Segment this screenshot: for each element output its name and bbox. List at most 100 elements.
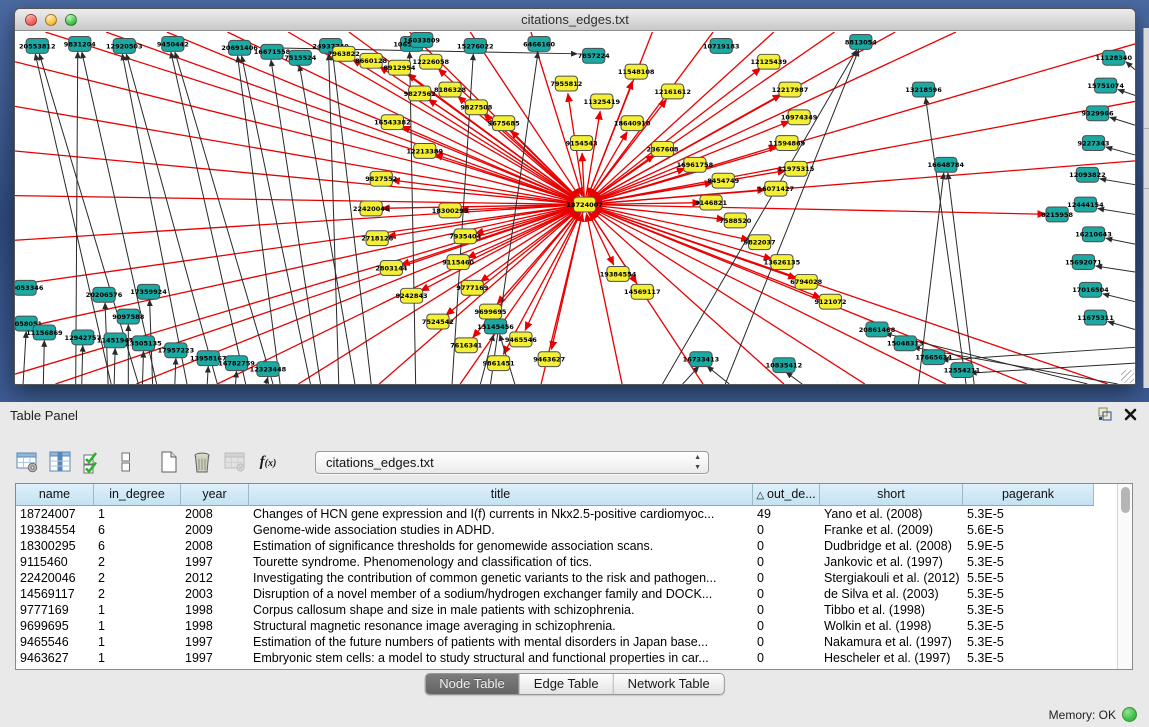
graph-node[interactable]: 9121072 bbox=[814, 294, 846, 309]
table-row[interactable]: 946554611997Estimation of the future num… bbox=[16, 634, 1117, 650]
cell-pagerank[interactable]: 5.5E-5 bbox=[963, 570, 1094, 586]
cell-out_de[interactable]: 0 bbox=[753, 538, 820, 554]
table-selector-dropdown[interactable]: citations_edges.txt▲▼ bbox=[315, 451, 709, 474]
graph-node[interactable]: 12125439 bbox=[750, 54, 787, 69]
cell-name[interactable]: 9777169 bbox=[16, 602, 94, 618]
graph-node[interactable]: 7515524 bbox=[284, 50, 316, 65]
cell-in_degree[interactable]: 6 bbox=[94, 522, 181, 538]
graph-node[interactable]: 12161612 bbox=[654, 84, 691, 99]
graph-node[interactable]: 8215958 bbox=[1041, 207, 1073, 222]
graph-node[interactable]: 2718126 bbox=[361, 231, 393, 246]
cell-year[interactable]: 2003 bbox=[181, 586, 249, 602]
graph-node[interactable]: 16733413 bbox=[683, 352, 720, 367]
cell-pagerank[interactable]: 5.3E-5 bbox=[963, 554, 1094, 570]
cell-short[interactable]: Yano et al. (2008) bbox=[820, 506, 963, 522]
cell-in_degree[interactable]: 1 bbox=[94, 506, 181, 522]
graph-node[interactable]: 8454749 bbox=[707, 173, 739, 188]
new-table-icon[interactable] bbox=[155, 448, 183, 476]
cell-in_degree[interactable]: 1 bbox=[94, 618, 181, 634]
cell-name[interactable]: 9699695 bbox=[16, 618, 94, 634]
cell-title[interactable]: Corpus callosum shape and size in male p… bbox=[249, 602, 753, 618]
cell-title[interactable]: Genome-wide association studies in ADHD. bbox=[249, 522, 753, 538]
cell-pagerank[interactable]: 5.3E-5 bbox=[963, 586, 1094, 602]
cell-out_de[interactable]: 0 bbox=[753, 634, 820, 650]
cell-title[interactable]: Structural magnetic resonance image aver… bbox=[249, 618, 753, 634]
graph-node[interactable]: 12444154 bbox=[1067, 197, 1104, 212]
graph-node[interactable]: 20053346 bbox=[15, 280, 44, 295]
cell-short[interactable]: Dudbridge et al. (2008) bbox=[820, 538, 963, 554]
graph-node[interactable]: 7616341 bbox=[450, 338, 482, 353]
network-window-titlebar[interactable]: citations_edges.txt bbox=[15, 9, 1135, 31]
cell-year[interactable]: 1998 bbox=[181, 618, 249, 634]
graph-node[interactable]: 7857224 bbox=[578, 48, 610, 63]
cell-out_de[interactable]: 0 bbox=[753, 650, 820, 666]
select-mode-icon[interactable] bbox=[79, 448, 107, 476]
cell-in_degree[interactable]: 1 bbox=[94, 602, 181, 618]
graph-node[interactable]: 12226058 bbox=[413, 54, 450, 69]
graph-node[interactable]: 15751074 bbox=[1087, 78, 1124, 93]
table-row[interactable]: 911546021997Tourette syndrome. Phenomeno… bbox=[16, 554, 1117, 570]
cell-title[interactable]: Disruption of a novel member of a sodium… bbox=[249, 586, 753, 602]
graph-node[interactable]: 9827508 bbox=[460, 100, 492, 115]
tab-node-table[interactable]: Node Table bbox=[425, 674, 520, 694]
cell-pagerank[interactable]: 5.3E-5 bbox=[963, 618, 1094, 634]
cell-name[interactable]: 9115460 bbox=[16, 554, 94, 570]
graph-node[interactable]: 12920503 bbox=[106, 38, 143, 53]
graph-node[interactable]: 7588520 bbox=[719, 213, 751, 228]
graph-node[interactable]: 11325419 bbox=[584, 94, 621, 109]
table-row[interactable]: 969969511998Structural magnetic resonanc… bbox=[16, 618, 1117, 634]
table-row[interactable]: 1456911722003Disruption of a novel membe… bbox=[16, 586, 1117, 602]
cell-short[interactable]: Franke et al. (2009) bbox=[820, 522, 963, 538]
resize-grip[interactable] bbox=[1121, 370, 1134, 383]
graph-node[interactable]: 9463627 bbox=[533, 352, 565, 367]
graph-node[interactable]: 6466160 bbox=[523, 36, 555, 51]
cell-short[interactable]: Wolkin et al. (1998) bbox=[820, 618, 963, 634]
graph-node[interactable]: 12093822 bbox=[1069, 167, 1106, 182]
graph-node[interactable]: 19384554 bbox=[600, 267, 637, 282]
graph-node[interactable]: 16210643 bbox=[1075, 227, 1112, 242]
graph-node[interactable]: 14569117 bbox=[624, 284, 661, 299]
graph-node[interactable]: 18640910 bbox=[614, 116, 651, 131]
table-row[interactable]: 2242004622012Investigating the contribut… bbox=[16, 570, 1117, 586]
float-window-icon[interactable] bbox=[1098, 407, 1112, 421]
memory-status-indicator[interactable] bbox=[1122, 707, 1137, 722]
cell-name[interactable]: 19384554 bbox=[16, 522, 94, 538]
graph-node[interactable]: 11594869 bbox=[769, 136, 806, 151]
close-traffic-light-icon[interactable] bbox=[25, 14, 37, 26]
close-icon[interactable] bbox=[1124, 408, 1137, 421]
graph-node[interactable]: 17016504 bbox=[1072, 282, 1109, 297]
column-header-title[interactable]: title bbox=[249, 484, 753, 506]
graph-node[interactable]: 9154543 bbox=[566, 136, 598, 151]
row-height-icon[interactable] bbox=[112, 448, 140, 476]
column-header-name[interactable]: name bbox=[16, 484, 94, 506]
graph-node[interactable]: 9465546 bbox=[505, 332, 537, 347]
cell-in_degree[interactable]: 1 bbox=[94, 650, 181, 666]
cell-pagerank[interactable]: 5.3E-5 bbox=[963, 650, 1094, 666]
column-header-year[interactable]: year bbox=[181, 484, 249, 506]
graph-node[interactable]: 7955812 bbox=[550, 76, 582, 91]
table-row[interactable]: 1872400712008Changes of HCN gene express… bbox=[16, 506, 1117, 522]
graph-node[interactable]: 9227343 bbox=[1078, 136, 1110, 151]
cell-name[interactable]: 9465546 bbox=[16, 634, 94, 650]
graph-node[interactable]: 9831204 bbox=[64, 36, 96, 51]
graph-node[interactable]: 12217987 bbox=[772, 82, 809, 97]
cell-title[interactable]: Investigating the contribution of common… bbox=[249, 570, 753, 586]
cell-title[interactable]: Estimation of significance thresholds fo… bbox=[249, 538, 753, 554]
graph-node[interactable]: 10719183 bbox=[703, 38, 740, 53]
column-header-short[interactable]: short bbox=[820, 484, 963, 506]
minimize-traffic-light-icon[interactable] bbox=[45, 14, 57, 26]
graph-node[interactable]: 9827562 bbox=[404, 86, 436, 101]
cell-out_de[interactable]: 0 bbox=[753, 602, 820, 618]
table-row[interactable]: 1938455462009Genome-wide association stu… bbox=[16, 522, 1117, 538]
cell-out_de[interactable]: 0 bbox=[753, 570, 820, 586]
cell-year[interactable]: 2009 bbox=[181, 522, 249, 538]
cell-in_degree[interactable]: 2 bbox=[94, 586, 181, 602]
graph-node[interactable]: 8912954 bbox=[383, 60, 415, 75]
graph-node[interactable]: 9822037 bbox=[744, 235, 776, 250]
column-header-in_degree[interactable]: in_degree bbox=[94, 484, 181, 506]
graph-node[interactable]: 9450442 bbox=[157, 36, 189, 51]
cell-pagerank[interactable]: 5.6E-5 bbox=[963, 522, 1094, 538]
cell-short[interactable]: Nakamura et al. (1997) bbox=[820, 634, 963, 650]
graph-node[interactable]: 13218596 bbox=[905, 82, 942, 97]
graph-node[interactable]: 2803144 bbox=[375, 261, 407, 276]
